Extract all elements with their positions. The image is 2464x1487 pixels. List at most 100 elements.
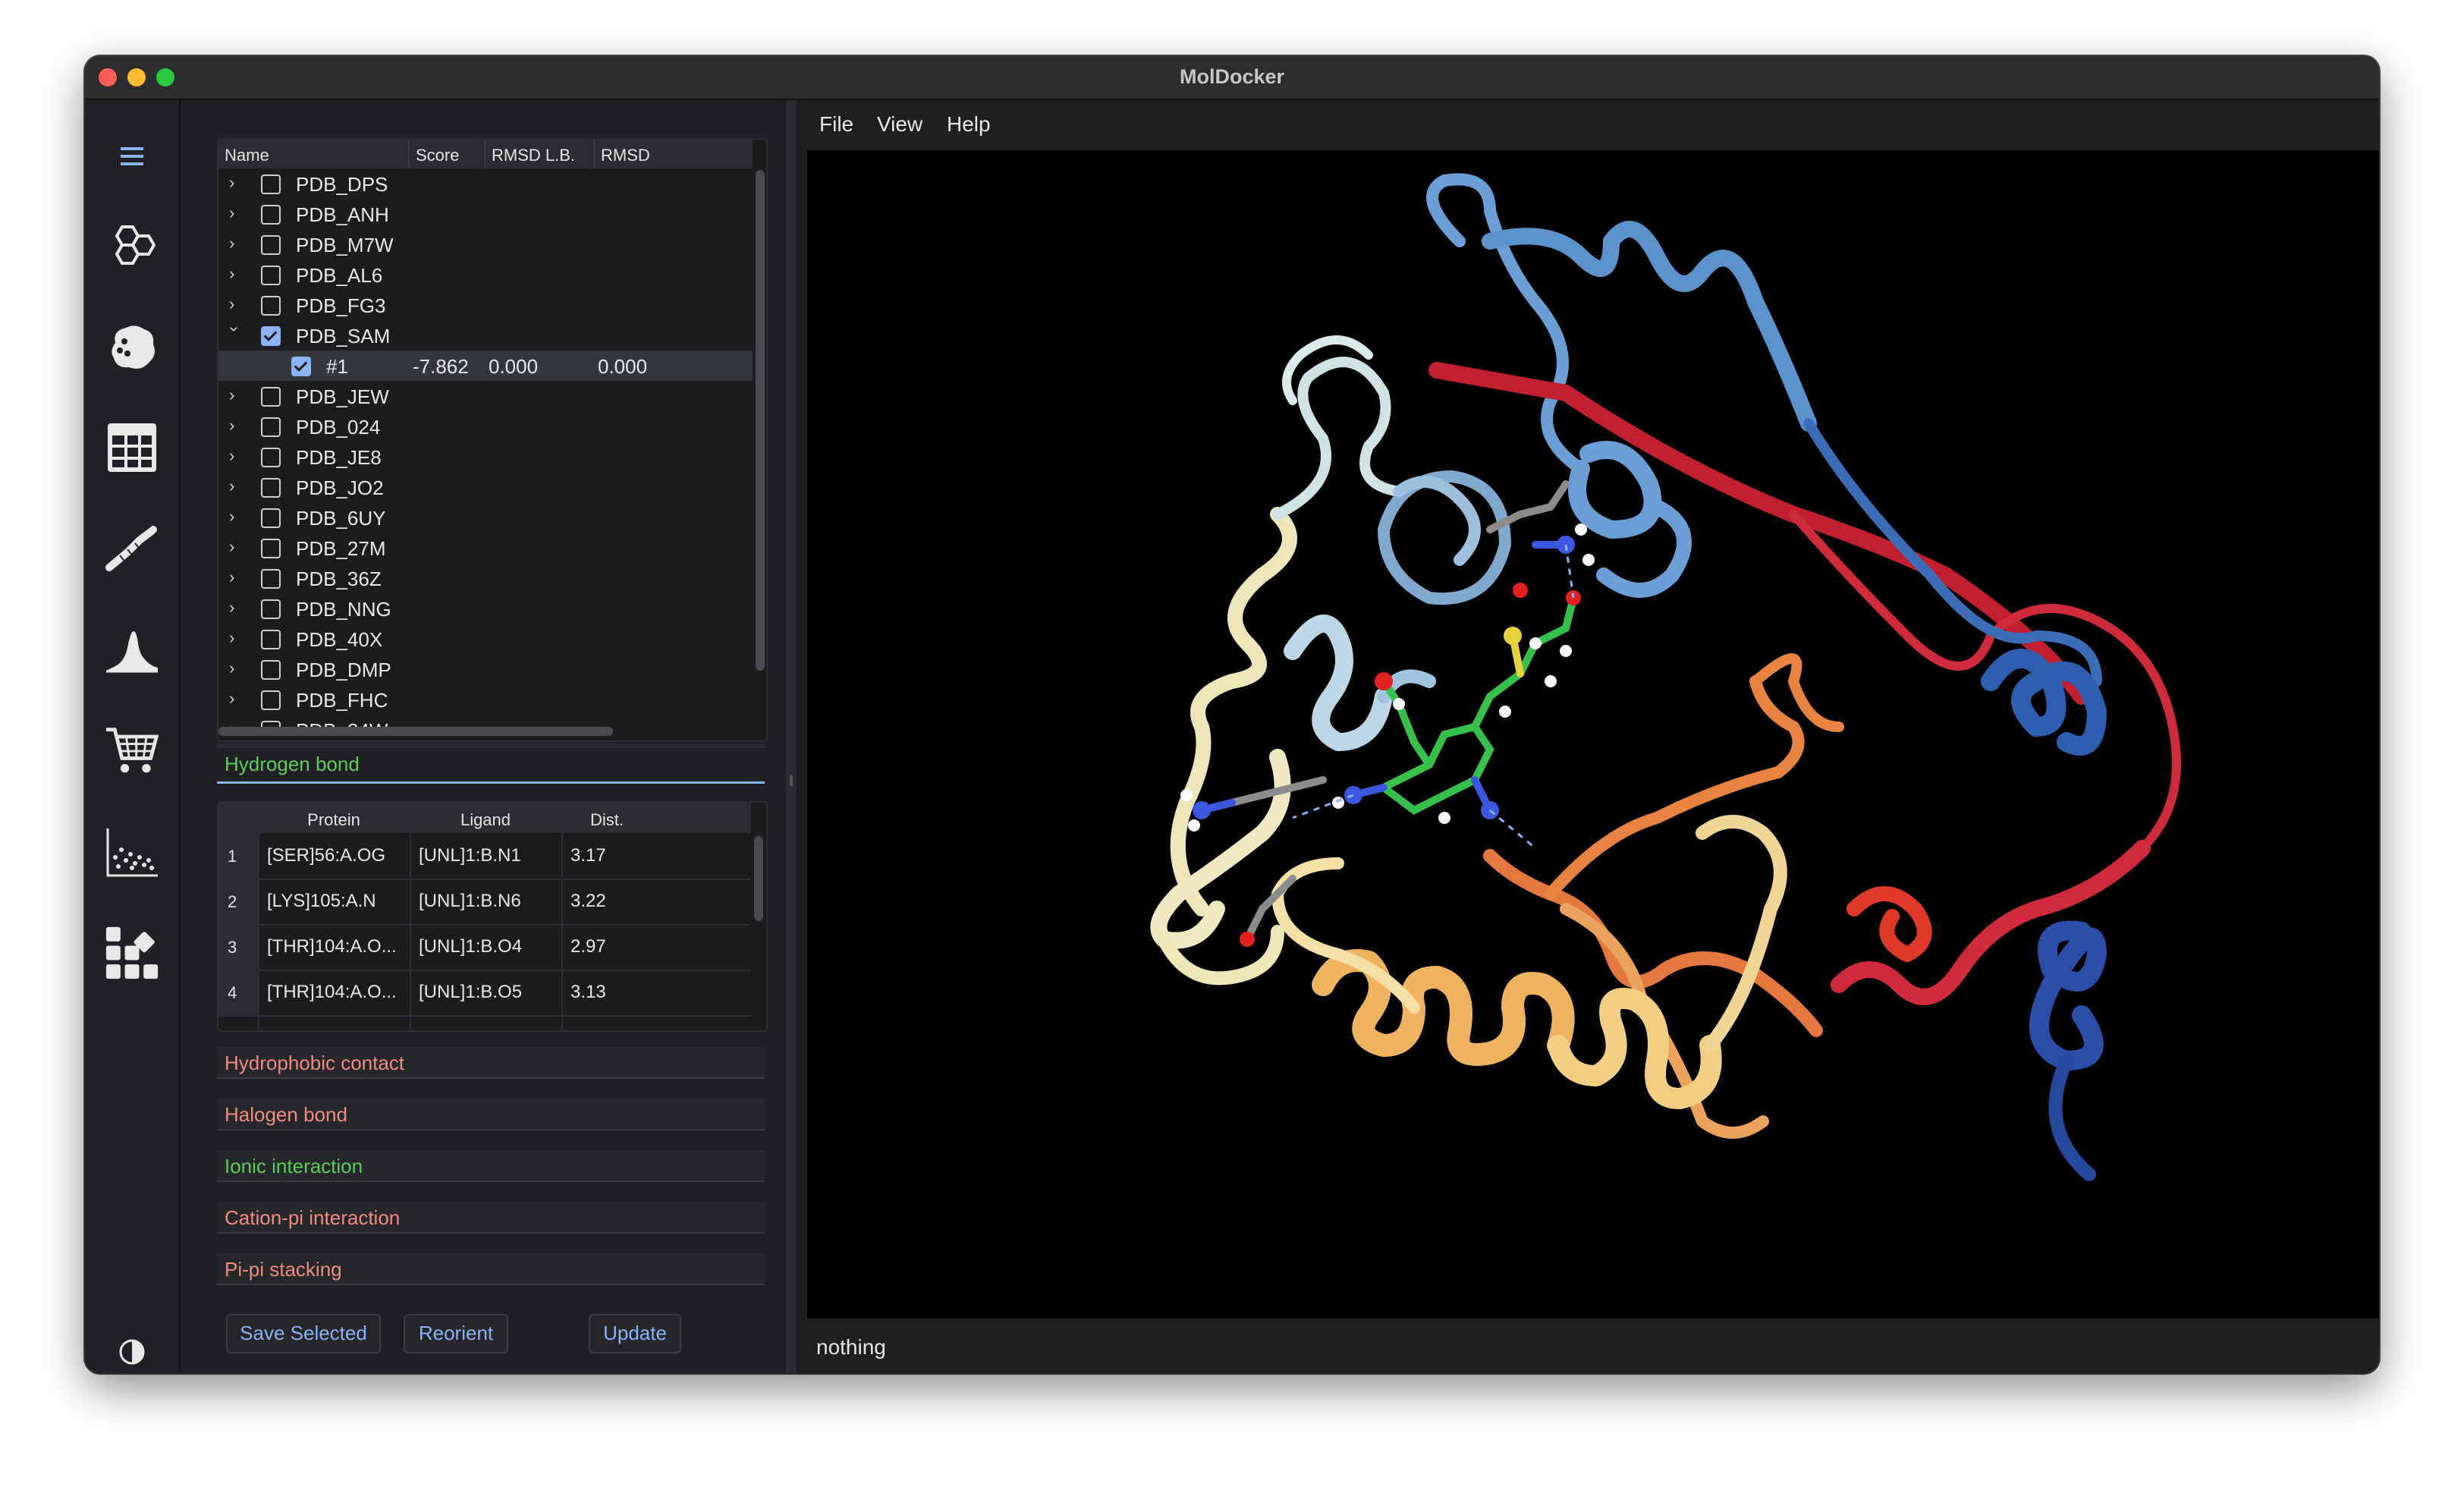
tree-row[interactable]: › PDB_36Z: [218, 563, 753, 593]
column-header-dist[interactable]: Dist.: [561, 810, 652, 830]
cart-icon[interactable]: [105, 724, 159, 778]
row-checkbox[interactable]: [261, 660, 281, 680]
chevron-right-icon[interactable]: ›: [229, 567, 246, 587]
section-halogen-bond[interactable]: Halogen bond: [217, 1099, 765, 1130]
distribution-chart-icon[interactable]: [105, 624, 159, 678]
chevron-right-icon[interactable]: ›: [229, 446, 246, 466]
table-row[interactable]: 1 [SER]56:A.OG [UNL]1:B.N1 3.17: [218, 833, 751, 880]
row-checkbox[interactable]: [261, 508, 281, 528]
menu-icon[interactable]: [105, 129, 159, 184]
row-checkbox[interactable]: [261, 630, 281, 649]
tree-row[interactable]: › PDB_NNG: [218, 593, 753, 624]
chevron-right-icon[interactable]: ›: [229, 598, 246, 618]
tree-row-pose[interactable]: #1 -7.862 0.000 0.000: [218, 351, 753, 381]
tree-row[interactable]: › PDB_JE8: [218, 442, 753, 472]
chevron-right-icon[interactable]: ›: [229, 476, 246, 496]
tree-row[interactable]: › PDB_JO2: [218, 472, 753, 502]
row-name: PDB_FHC: [296, 689, 388, 712]
row-checkbox[interactable]: [261, 174, 281, 194]
tree-row[interactable]: › PDB_ANH: [218, 199, 753, 229]
tree-vertical-scrollbar[interactable]: [756, 170, 765, 671]
column-header-name[interactable]: Name: [225, 146, 308, 165]
chevron-down-icon[interactable]: ›: [225, 326, 244, 343]
chevron-right-icon[interactable]: ›: [229, 628, 246, 648]
save-selected-button[interactable]: Save Selected: [226, 1314, 381, 1353]
table-row[interactable]: 3 [THR]104:A.O... [UNL]1:B.O4 2.97: [218, 924, 751, 971]
tree-row[interactable]: › PDB_JEW: [218, 381, 753, 411]
pane-divider[interactable]: [786, 100, 797, 1373]
chevron-right-icon[interactable]: ›: [229, 294, 246, 314]
table-row[interactable]: 2 [LYS]105:A.N [UNL]1:B.N6 3.22: [218, 879, 751, 926]
tree-horizontal-scrollbar[interactable]: [218, 727, 613, 736]
chevron-right-icon[interactable]: ›: [229, 507, 246, 527]
row-checkbox[interactable]: [261, 478, 281, 498]
ligand-cell: [UNL]1:B.O4: [419, 936, 523, 957]
section-hydrogen-bond[interactable]: Hydrogen bond: [217, 748, 765, 784]
row-checkbox[interactable]: [261, 690, 281, 710]
chevron-right-icon[interactable]: ›: [229, 173, 246, 193]
tree-row[interactable]: › PDB_FG3: [218, 290, 753, 320]
row-name: PDB_JO2: [296, 476, 384, 499]
sidebar: [85, 100, 181, 1373]
chevron-right-icon[interactable]: ›: [229, 537, 246, 557]
chevron-right-icon[interactable]: ›: [229, 234, 246, 253]
section-hydrophobic-contact[interactable]: Hydrophobic contact: [217, 1047, 765, 1079]
docking-icon[interactable]: [105, 522, 159, 577]
section-ionic-interaction[interactable]: Ionic interaction: [217, 1150, 765, 1182]
row-checkbox[interactable]: [261, 539, 281, 558]
table-row[interactable]: 4 [THR]104:A.O... [UNL]1:B.O5 3.13: [218, 970, 751, 1017]
menu-help[interactable]: Help: [947, 112, 991, 137]
tree-row[interactable]: › PDB_M7W: [218, 229, 753, 259]
column-header-protein[interactable]: Protein: [258, 810, 410, 830]
column-header-rmsd-lb[interactable]: RMSD L.B.: [484, 140, 593, 168]
row-checkbox[interactable]: [261, 417, 281, 437]
protein-icon[interactable]: [105, 320, 159, 375]
section-cation-pi-interaction[interactable]: Cation-pi interaction: [217, 1202, 765, 1234]
column-header-ligand[interactable]: Ligand: [410, 810, 561, 830]
theme-toggle-icon[interactable]: [105, 1325, 159, 1373]
menu-view[interactable]: View: [877, 112, 922, 137]
pose-name: #1: [326, 355, 348, 378]
tree-row[interactable]: › PDB_DMP: [218, 654, 753, 684]
molecule-icon[interactable]: [105, 220, 159, 275]
row-checkbox[interactable]: [261, 448, 281, 467]
reorient-button[interactable]: Reorient: [404, 1314, 508, 1353]
tree-row[interactable]: › PDB_27M: [218, 533, 753, 563]
table-scrollbar[interactable]: [754, 836, 763, 921]
section-pi-pi-stacking[interactable]: Pi-pi stacking: [217, 1253, 765, 1285]
row-checkbox[interactable]: [261, 266, 281, 285]
chevron-right-icon[interactable]: ›: [229, 264, 246, 284]
row-checkbox[interactable]: [261, 387, 281, 407]
tree-row[interactable]: › PDB_FHC: [218, 684, 753, 715]
tree-row[interactable]: › PDB_40X: [218, 624, 753, 654]
update-button[interactable]: Update: [589, 1314, 681, 1353]
column-header-score[interactable]: Score: [408, 140, 489, 168]
column-header-rmsd-ub[interactable]: RMSD U.B.: [593, 140, 655, 168]
tree-row[interactable]: › PDB_024: [218, 411, 753, 442]
chevron-right-icon[interactable]: ›: [229, 659, 246, 678]
row-checkbox[interactable]: [261, 235, 281, 255]
table-icon[interactable]: [105, 420, 159, 475]
row-checkbox[interactable]: [261, 205, 281, 225]
tree-row[interactable]: › PDB_6UY: [218, 502, 753, 533]
pose-checkbox[interactable]: [291, 357, 311, 376]
tree-row[interactable]: › PDB_AL6: [218, 259, 753, 290]
tree-row-expanded[interactable]: › PDB_SAM: [218, 320, 753, 351]
row-checkbox[interactable]: [261, 569, 281, 589]
protein-cell: [THR]104:A.O...: [267, 936, 397, 957]
row-checkbox[interactable]: [261, 296, 281, 316]
chevron-right-icon[interactable]: ›: [229, 689, 246, 709]
molecule-viewer[interactable]: [807, 150, 2379, 1319]
row-name: PDB_6UY: [296, 507, 386, 530]
dist-cell: 3.22: [570, 891, 606, 911]
row-checkbox[interactable]: [261, 599, 281, 619]
row-checkbox[interactable]: [261, 326, 281, 346]
blocks-icon[interactable]: [105, 926, 159, 980]
menu-file[interactable]: File: [819, 112, 853, 137]
ligand-cell: [UNL]1:B.O5: [419, 982, 523, 1002]
scatter-plot-icon[interactable]: [105, 825, 159, 880]
tree-row[interactable]: › PDB_DPS: [218, 168, 753, 199]
chevron-right-icon[interactable]: ›: [229, 416, 246, 435]
chevron-right-icon[interactable]: ›: [229, 385, 246, 405]
chevron-right-icon[interactable]: ›: [229, 203, 246, 223]
